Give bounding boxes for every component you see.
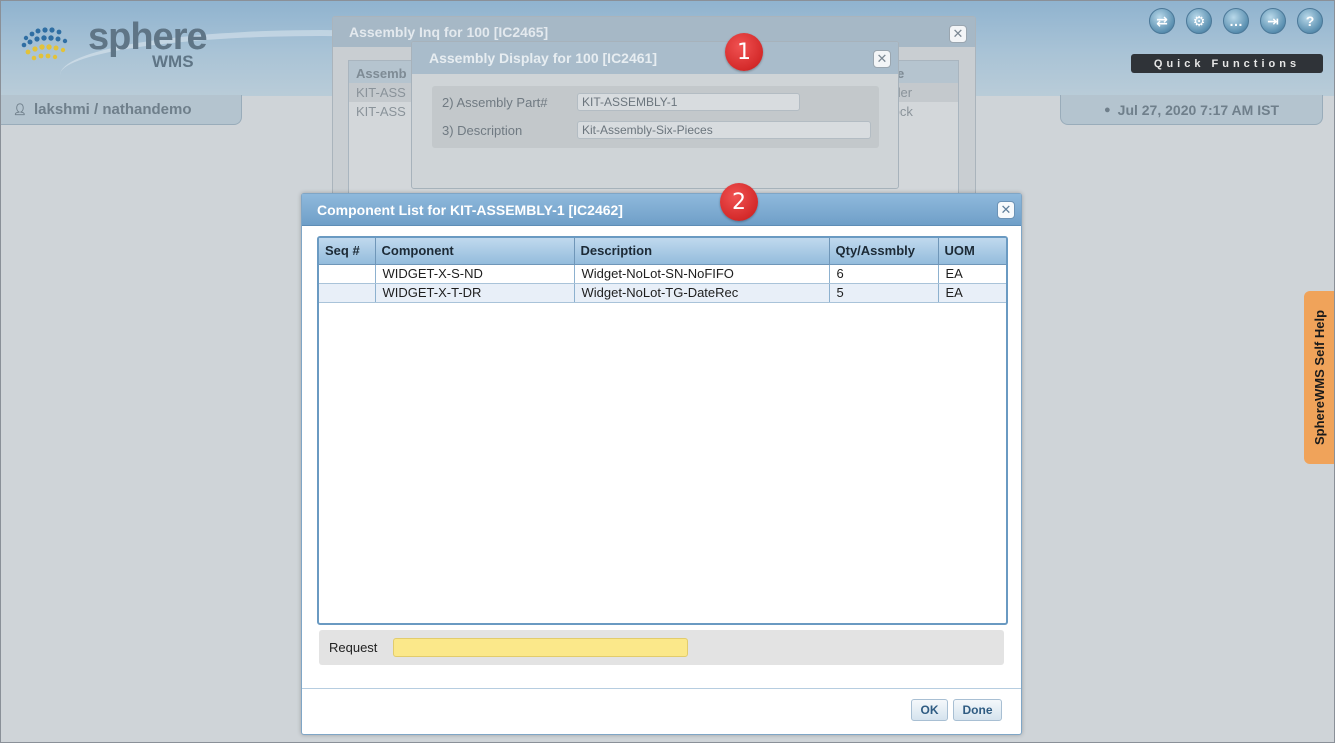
cell-qty: 6 <box>829 264 939 284</box>
description-label: 3) Description <box>442 123 523 138</box>
clock-icon: ● <box>1104 103 1111 116</box>
col-component[interactable]: Component <box>375 238 575 265</box>
cell-description: Widget-NoLot-SN-NoFIFO <box>574 264 830 284</box>
component-list-dialog: Component List for KIT-ASSEMBLY-1 [IC246… <box>301 193 1022 735</box>
gear-icon[interactable]: ⚙ <box>1186 8 1212 34</box>
self-help-label: SphereWMS Self Help <box>1312 309 1328 446</box>
request-bar: Request <box>319 630 1004 665</box>
quick-functions-button[interactable]: Quick Functions <box>1131 54 1323 73</box>
user-tab: 👤︎ lakshmi / nathandemo <box>0 95 242 125</box>
component-list-close-icon[interactable]: ✕ <box>997 201 1015 219</box>
user-icon: 👤︎ <box>13 104 27 116</box>
logo-text-sub: WMS <box>152 52 194 71</box>
help-icon[interactable]: ? <box>1297 8 1323 34</box>
ok-button[interactable]: OK <box>911 699 948 721</box>
assembly-display-panel: 2) Assembly Part# KIT-ASSEMBLY-1 3) Desc… <box>432 86 879 148</box>
assembly-display-title: Assembly Display for 100 [IC2461] <box>412 42 898 74</box>
done-button[interactable]: Done <box>953 699 1002 721</box>
cell-component: WIDGET-X-T-DR <box>375 283 575 303</box>
top-icon-bar: ⇄ ⚙ … ⇥ ? <box>1149 8 1323 34</box>
user-label: lakshmi / nathandemo <box>33 101 192 118</box>
assembly-inquiry-close-icon[interactable]: ✕ <box>949 25 967 43</box>
callout-badge-2: 2 <box>720 183 758 221</box>
cell-qty: 5 <box>829 283 939 303</box>
assembly-part-label: 2) Assembly Part# <box>442 95 548 110</box>
swap-icon[interactable]: ⇄ <box>1149 8 1175 34</box>
cell-description: Widget-NoLot-TG-DateRec <box>574 283 830 303</box>
sphere-wms-logo: sphere WMS <box>12 16 212 76</box>
assembly-part-field[interactable]: KIT-ASSEMBLY-1 <box>577 93 800 111</box>
col-qty[interactable]: Qty/Assmbly <box>829 238 939 265</box>
bg-row-cell: KIT-ASS <box>356 85 406 100</box>
cell-uom: EA <box>938 264 1006 284</box>
bg-header-left: Assemb <box>356 66 407 81</box>
callout-badge-1: 1 <box>725 33 763 71</box>
col-uom[interactable]: UOM <box>938 238 1006 265</box>
self-help-tab[interactable]: SphereWMS Self Help <box>1304 291 1335 464</box>
component-list-title: Component List for KIT-ASSEMBLY-1 [IC246… <box>302 194 1021 226</box>
assembly-display-dialog: Assembly Display for 100 [IC2461] ✕ 2) A… <box>411 41 899 189</box>
cell-seq <box>319 264 376 284</box>
datetime-tab: ● Jul 27, 2020 7:17 AM IST <box>1060 95 1323 125</box>
table-row[interactable]: WIDGET-X-S-ND Widget-NoLot-SN-NoFIFO 6 E… <box>319 264 1006 284</box>
footer-divider <box>302 688 1021 689</box>
col-seq[interactable]: Seq # <box>319 238 376 265</box>
table-row[interactable]: WIDGET-X-T-DR Widget-NoLot-TG-DateRec 5 … <box>319 283 1006 303</box>
bg-row-cell: KIT-ASS <box>356 104 406 119</box>
assembly-display-close-icon[interactable]: ✕ <box>873 50 891 68</box>
request-label: Request <box>329 640 378 655</box>
globe-logo-icon <box>21 27 68 61</box>
logout-icon[interactable]: ⇥ <box>1260 8 1286 34</box>
chat-icon[interactable]: … <box>1223 8 1249 34</box>
col-description[interactable]: Description <box>574 238 830 265</box>
component-table-header: Seq # Component Description Qty/Assmbly … <box>319 238 1006 265</box>
cell-component: WIDGET-X-S-ND <box>375 264 575 284</box>
cell-uom: EA <box>938 283 1006 303</box>
request-input[interactable] <box>393 638 688 657</box>
datetime-label: Jul 27, 2020 7:17 AM IST <box>1117 101 1279 118</box>
cell-seq <box>319 283 376 303</box>
description-field[interactable]: Kit-Assembly-Six-Pieces <box>577 121 871 139</box>
component-grid: Seq # Component Description Qty/Assmbly … <box>317 236 1008 625</box>
component-table: Seq # Component Description Qty/Assmbly … <box>319 238 1006 303</box>
